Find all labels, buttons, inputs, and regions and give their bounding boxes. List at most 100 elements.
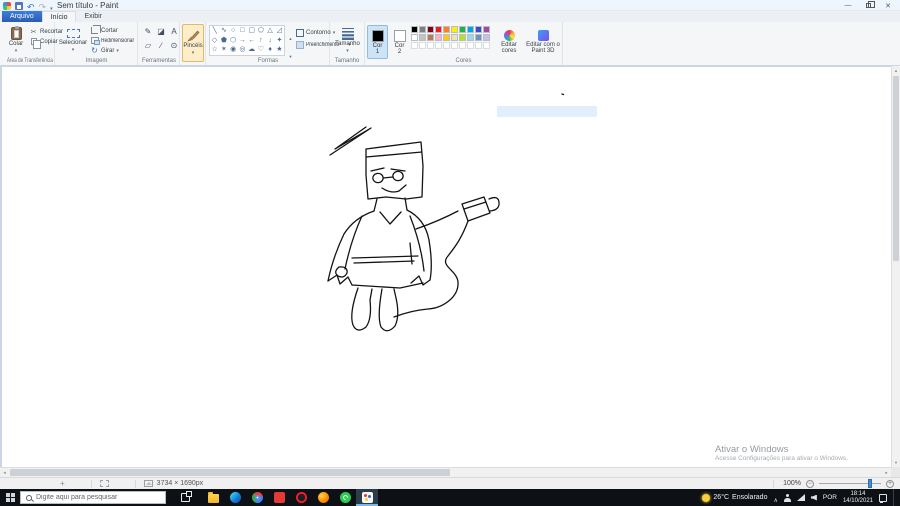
- shape-item-1[interactable]: ∿: [219, 26, 228, 36]
- scroll-left-arrow[interactable]: [0, 468, 9, 477]
- color-swatch[interactable]: [435, 26, 442, 33]
- color-swatch[interactable]: [467, 34, 474, 41]
- select-button[interactable]: Selecionar: [58, 24, 88, 57]
- paste-button[interactable]: Colar: [4, 24, 28, 57]
- shape-item-11[interactable]: →: [238, 36, 247, 46]
- pencil-tool[interactable]: ✎: [142, 25, 154, 38]
- brushes-button[interactable]: Pincéis: [182, 24, 204, 62]
- resize-button[interactable]: Redimensionar: [90, 36, 141, 45]
- color1-button[interactable]: Cor 1: [367, 25, 388, 59]
- shape-item-20[interactable]: ☁: [247, 45, 256, 55]
- volume-icon[interactable]: [810, 494, 817, 501]
- color-swatch[interactable]: [483, 34, 490, 41]
- search-input[interactable]: [36, 494, 165, 501]
- color-swatch[interactable]: [443, 26, 450, 33]
- empty-color-slot[interactable]: [443, 42, 450, 49]
- color-swatch[interactable]: [483, 26, 490, 33]
- network-icon[interactable]: [796, 494, 805, 501]
- tray-expand-icon[interactable]: [773, 489, 777, 506]
- edit-paint3d-button[interactable]: Editar com o Paint 3D: [525, 25, 561, 59]
- language-indicator[interactable]: POR: [823, 494, 837, 501]
- color-swatch[interactable]: [419, 26, 426, 33]
- shape-item-8[interactable]: ◇: [210, 36, 219, 46]
- color-swatch[interactable]: [451, 26, 458, 33]
- paint-canvas[interactable]: Ativar o Windows Acesse Configurações pa…: [2, 67, 891, 467]
- shape-item-18[interactable]: ◉: [229, 45, 238, 55]
- color-swatch[interactable]: [443, 34, 450, 41]
- eyedropper-tool[interactable]: ∕: [155, 39, 167, 52]
- shape-item-19[interactable]: ◎: [238, 45, 247, 55]
- horizontal-scroll-thumb[interactable]: [10, 469, 450, 476]
- scroll-right-arrow[interactable]: [882, 468, 891, 477]
- empty-color-slot[interactable]: [451, 42, 458, 49]
- empty-color-slot[interactable]: [483, 42, 490, 49]
- taskbar-app-firefox[interactable]: [312, 489, 334, 506]
- taskbar-app-paint[interactable]: [356, 489, 378, 506]
- zoom-slider-thumb[interactable]: [868, 479, 872, 488]
- shape-item-16[interactable]: ☆: [210, 45, 219, 55]
- color-swatch[interactable]: [411, 34, 418, 41]
- shape-item-15[interactable]: ✦: [275, 36, 284, 46]
- empty-color-slot[interactable]: [467, 42, 474, 49]
- scroll-down-arrow[interactable]: [892, 458, 900, 467]
- empty-color-slot[interactable]: [459, 42, 466, 49]
- shape-item-21[interactable]: ♡: [256, 45, 265, 55]
- minimize-button[interactable]: [838, 0, 858, 11]
- save-button[interactable]: [15, 1, 23, 10]
- restore-button[interactable]: [858, 0, 878, 11]
- color-swatch[interactable]: [435, 34, 442, 41]
- shape-item-6[interactable]: △: [266, 26, 275, 36]
- taskbar-app-edge[interactable]: [224, 489, 246, 506]
- color-swatch[interactable]: [427, 34, 434, 41]
- color2-button[interactable]: Cor 2: [389, 25, 410, 59]
- taskbar-app-chrome[interactable]: [246, 489, 268, 506]
- taskbar-app-red-app[interactable]: [268, 489, 290, 506]
- shapes-scroll-up-icon[interactable]: [289, 27, 293, 45]
- shape-item-10[interactable]: ⬡: [229, 36, 238, 46]
- zoom-in-button[interactable]: +: [886, 479, 894, 488]
- text-tool[interactable]: A: [168, 25, 180, 38]
- shape-item-3[interactable]: □: [238, 26, 247, 36]
- shape-item-22[interactable]: ♦: [266, 45, 275, 55]
- shape-item-0[interactable]: ╲: [210, 26, 219, 36]
- vertical-scroll-thumb[interactable]: [893, 76, 899, 261]
- shape-item-2[interactable]: ○: [229, 26, 238, 36]
- tab-arquivo[interactable]: Arquivo: [2, 11, 42, 22]
- empty-color-slot[interactable]: [427, 42, 434, 49]
- start-button[interactable]: [0, 489, 20, 506]
- action-center-icon[interactable]: [879, 493, 887, 503]
- people-icon[interactable]: [783, 493, 791, 502]
- tab-inicio[interactable]: Início: [41, 11, 77, 22]
- close-button[interactable]: [878, 0, 898, 11]
- color-swatch[interactable]: [451, 34, 458, 41]
- color-swatch[interactable]: [419, 34, 426, 41]
- tab-exibir[interactable]: Exibir: [76, 11, 110, 22]
- taskbar-app-whatsapp[interactable]: [334, 489, 356, 506]
- shape-item-13[interactable]: ↑: [256, 36, 265, 46]
- eraser-tool[interactable]: ▱: [142, 39, 154, 52]
- color-swatch[interactable]: [467, 26, 474, 33]
- shape-item-9[interactable]: ⬟: [219, 36, 228, 46]
- scroll-up-arrow[interactable]: [892, 66, 900, 75]
- color-swatch[interactable]: [411, 26, 418, 33]
- show-desktop-button[interactable]: [893, 489, 896, 506]
- shape-item-17[interactable]: ✶: [219, 45, 228, 55]
- size-button[interactable]: Tamanho: [333, 24, 362, 57]
- shape-item-14[interactable]: ↓: [266, 36, 275, 46]
- color-swatch[interactable]: [459, 26, 466, 33]
- weather-widget[interactable]: 26°C Ensolarado: [702, 493, 767, 502]
- shape-item-5[interactable]: ⬠: [256, 26, 265, 36]
- horizontal-scrollbar[interactable]: [0, 467, 891, 477]
- color-swatch[interactable]: [475, 34, 482, 41]
- crop-button[interactable]: Cortar: [90, 25, 141, 35]
- edit-colors-button[interactable]: Editar cores: [495, 25, 523, 59]
- taskbar-app-opera[interactable]: [290, 489, 312, 506]
- magnifier-tool[interactable]: ⊙: [168, 39, 180, 52]
- color-swatch[interactable]: [475, 26, 482, 33]
- task-view-button[interactable]: [174, 489, 196, 506]
- taskbar-app-file-explorer[interactable]: [202, 489, 224, 506]
- empty-color-slot[interactable]: [435, 42, 442, 49]
- zoom-slider[interactable]: [819, 479, 881, 488]
- empty-color-slot[interactable]: [411, 42, 418, 49]
- zoom-out-button[interactable]: −: [806, 479, 814, 488]
